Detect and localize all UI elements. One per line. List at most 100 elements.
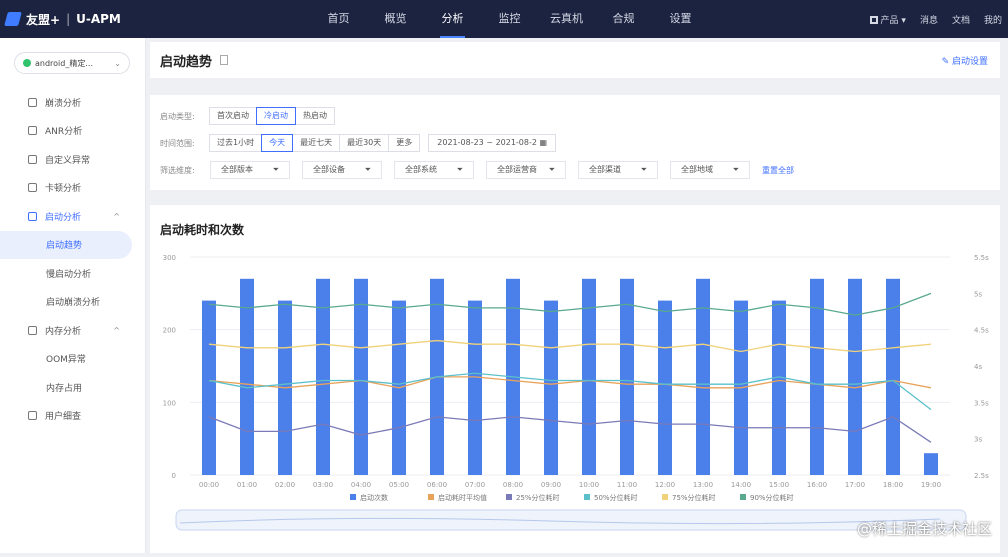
app-selector[interactable]: android_精定... ⌄ bbox=[14, 52, 130, 74]
sidebar-item-7[interactable]: 启动崩溃分析 bbox=[0, 288, 146, 317]
y2-tick-label: 4.5s bbox=[974, 327, 989, 335]
calendar-icon: ▦ bbox=[539, 138, 548, 147]
dimension-dropdown[interactable]: 全部渠道 ⏷ bbox=[578, 161, 658, 179]
nav-item-5[interactable]: 合规 bbox=[595, 0, 652, 38]
bar-19:00 bbox=[924, 453, 938, 475]
type-filter-label: 启动类型: bbox=[160, 111, 195, 121]
time-range-segment: 过去1小时 今天 最近七天 最近30天 更多 bbox=[209, 134, 421, 152]
x-tick-label: 14:00 bbox=[731, 481, 751, 489]
sidebar-item-label: 卡顿分析 bbox=[45, 184, 82, 195]
time-range-option[interactable]: 过去1小时 bbox=[209, 134, 263, 152]
page-header: 启动趋势 ✎ 启动设置 bbox=[150, 42, 1000, 78]
dimension-dropdown[interactable]: 全部运营商 ⏷ bbox=[486, 161, 566, 179]
sidebar-item-2[interactable]: 自定义异常 bbox=[0, 145, 146, 174]
user-menu[interactable]: 我的 bbox=[984, 13, 1002, 26]
x-tick-label: 00:00 bbox=[199, 481, 219, 489]
legend-swatch bbox=[428, 494, 434, 500]
x-tick-label: 17:00 bbox=[845, 481, 865, 489]
dimension-dropdown-label: 全部设备 bbox=[313, 165, 345, 174]
filter-icon: ⏷ bbox=[364, 165, 371, 174]
legend-label[interactable]: 75%分位耗时 bbox=[672, 493, 716, 502]
x-tick-label: 01:00 bbox=[237, 481, 257, 489]
x-tick-label: 03:00 bbox=[313, 481, 333, 489]
bar-11:00 bbox=[620, 278, 634, 475]
sidebar-item-10[interactable]: 内存占用 bbox=[0, 373, 146, 402]
sidebar-item-4[interactable]: 启动分析 ^ bbox=[0, 202, 146, 231]
legend-swatch bbox=[662, 494, 668, 500]
y2-tick-label: 2.5s bbox=[974, 472, 989, 480]
docs-link[interactable]: 文档 bbox=[952, 13, 970, 26]
date-range-value: 2021-08-23 ~ 2021-08-2 bbox=[437, 138, 537, 147]
legend-swatch bbox=[350, 494, 356, 500]
x-tick-label: 16:00 bbox=[807, 481, 827, 489]
nav-item-3[interactable]: 监控 bbox=[481, 0, 538, 38]
y2-tick-label: 4s bbox=[974, 363, 982, 371]
product-menu[interactable]: 产品 ▾ bbox=[869, 13, 906, 26]
legend-label[interactable]: 启动次数 bbox=[360, 493, 388, 502]
sidebar-item-5[interactable]: 启动趋势 bbox=[0, 230, 132, 259]
dimension-dropdown[interactable]: 全部地域 ⏷ bbox=[670, 161, 750, 179]
menu-item-icon bbox=[28, 325, 37, 335]
brand-separator: | bbox=[66, 12, 71, 26]
brand[interactable]: 友盟+ | U-APM bbox=[0, 11, 200, 28]
messages-link[interactable]: 消息 bbox=[920, 13, 938, 26]
sidebar-item-6[interactable]: 慢启动分析 bbox=[0, 259, 146, 288]
x-tick-label: 02:00 bbox=[275, 481, 295, 489]
time-range-option[interactable]: 最近七天 bbox=[292, 134, 341, 152]
bar-04:00 bbox=[354, 278, 368, 475]
dimension-dropdown[interactable]: 全部设备 ⏷ bbox=[302, 161, 382, 179]
x-tick-label: 09:00 bbox=[541, 481, 561, 489]
app-selector-label: android_精定... bbox=[35, 58, 93, 68]
sidebar-item-0[interactable]: 崩溃分析 bbox=[0, 88, 146, 117]
sidebar-item-1[interactable]: ANR分析 bbox=[0, 117, 146, 146]
menu-item-icon bbox=[28, 211, 37, 221]
dimension-dropdown[interactable]: 全部版本 ⏷ bbox=[210, 161, 290, 179]
dimension-dropdown-label: 全部运营商 bbox=[497, 165, 537, 174]
sidebar-item-11[interactable]: 用户细查 bbox=[0, 402, 146, 431]
startup-settings-link[interactable]: ✎ 启动设置 bbox=[942, 54, 988, 67]
x-tick-label: 10:00 bbox=[579, 481, 599, 489]
sidebar-item-8[interactable]: 内存分析 ^ bbox=[0, 316, 146, 345]
startup-type-option[interactable]: 首次启动 bbox=[209, 107, 257, 125]
right-nav: 产品 ▾ 消息 文档 我的 bbox=[869, 0, 1002, 38]
filter-icon: ⏷ bbox=[548, 165, 555, 174]
menu-item-icon bbox=[28, 154, 37, 164]
sidebar-item-label: 自定义异常 bbox=[45, 155, 91, 166]
brand-name: 友盟+ bbox=[26, 12, 61, 27]
legend-swatch bbox=[506, 494, 512, 500]
filter-icon: ⏷ bbox=[640, 165, 647, 174]
doc-icon[interactable] bbox=[220, 55, 229, 65]
time-range-option[interactable]: 更多 bbox=[388, 134, 421, 152]
nav-item-4[interactable]: 云真机 bbox=[538, 0, 595, 38]
nav-item-0[interactable]: 首页 bbox=[310, 0, 367, 38]
legend-label[interactable]: 90%分位耗时 bbox=[750, 493, 794, 502]
dimension-dropdown[interactable]: 全部系统 ⏷ bbox=[394, 161, 474, 179]
reset-all-link[interactable]: 重置全部 bbox=[762, 165, 794, 176]
top-nav-bar: 友盟+ | U-APM 首页 概览 分析 监控 云真机 合规 设置 产品 ▾ 消息 文档 我… bbox=[0, 0, 1008, 38]
chart-card: 启动耗时和次数 0 100 200 300 2.5s 3s 3.5s 4s 4.5s 5s 5.5s… bbox=[150, 205, 1000, 553]
x-tick-label: 11:00 bbox=[617, 481, 637, 489]
bar-00:00 bbox=[202, 300, 216, 475]
nav-item-2[interactable]: 分析 bbox=[424, 0, 481, 38]
time-range-option[interactable]: 最近30天 bbox=[339, 134, 390, 152]
nav-item-6[interactable]: 设置 bbox=[652, 0, 709, 38]
legend-label[interactable]: 启动耗时平均值 bbox=[438, 493, 487, 502]
legend-label[interactable]: 25%分位耗时 bbox=[516, 493, 560, 502]
sidebar-item-9[interactable]: OOM异常 bbox=[0, 345, 146, 374]
x-tick-label: 04:00 bbox=[351, 481, 371, 489]
legend-swatch bbox=[584, 494, 590, 500]
product-menu-label: 产品 bbox=[880, 15, 899, 26]
startup-type-option[interactable]: 冷启动 bbox=[256, 107, 296, 125]
legend-label[interactable]: 50%分位耗时 bbox=[594, 493, 638, 502]
sidebar-item-3[interactable]: 卡顿分析 bbox=[0, 174, 146, 203]
zoom-slider[interactable] bbox=[175, 509, 967, 531]
date-range-picker[interactable]: 2021-08-23 ~ 2021-08-2 ▦ bbox=[428, 134, 557, 152]
startup-type-option[interactable]: 热启动 bbox=[295, 107, 335, 125]
legend-swatch bbox=[740, 494, 746, 500]
x-tick-label: 12:00 bbox=[655, 481, 675, 489]
nav-item-1[interactable]: 概览 bbox=[367, 0, 424, 38]
menu-item-icon bbox=[28, 411, 37, 421]
dim-filter-label: 筛选维度: bbox=[160, 165, 195, 175]
time-range-option[interactable]: 今天 bbox=[261, 134, 294, 152]
filter-row-dimensions: 筛选维度: 全部版本 ⏷ 全部设备 ⏷ 全部系统 ⏷ 全部运营商 ⏷ 全部渠道 ⏷ 全部地域 ⏷ 重置… bbox=[160, 159, 990, 181]
